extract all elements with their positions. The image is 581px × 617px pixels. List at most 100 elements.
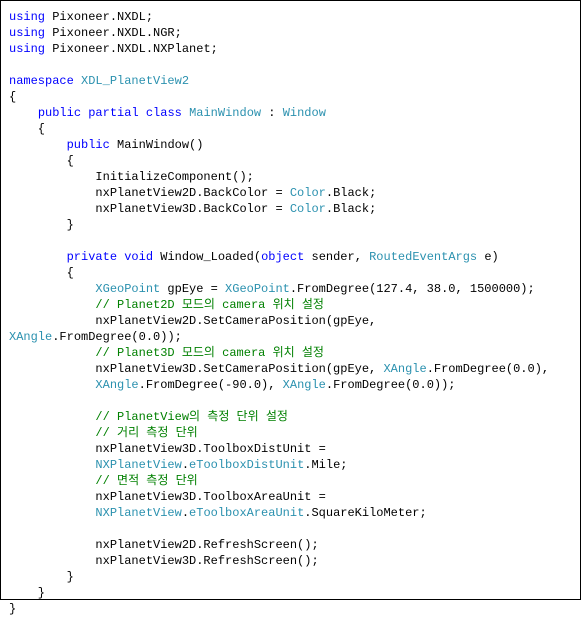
code-token-plain: Pixoneer.NXDL.NXPlanet; [45,42,218,56]
code-token-type: NXPlanetView [95,506,181,520]
code-token-plain: .FromDegree(0.0), [427,362,557,376]
code-line: // Planet3D 모드의 camera 위치 설정 [9,345,572,361]
code-line: // 면적 측정 단위 [9,473,572,489]
code-token-plain: .FromDegree(127.4, 38.0, 1500000); [290,282,535,296]
code-token-plain: nxPlanetView3D.ToolboxAreaUnit = [9,490,333,504]
code-token-plain [9,394,16,408]
code-token-plain: { [9,90,16,104]
code-line: public partial class MainWindow : Window [9,105,572,121]
code-token-plain: { [9,154,74,168]
code-token-plain: .Black; [326,202,376,216]
code-token-plain [139,106,146,120]
code-token-comment: // 거리 측정 단위 [95,426,197,440]
code-line: // 거리 측정 단위 [9,425,572,441]
code-line: NXPlanetView.eToolboxAreaUnit.SquareKilo… [9,505,572,521]
code-line: public MainWindow() [9,137,572,153]
code-line: XAngle.FromDegree(0.0)); [9,329,572,345]
code-token-plain: sender, [304,250,369,264]
code-token-plain [9,234,16,248]
code-token-type: MainWindow [189,106,261,120]
code-token-plain: Pixoneer.NXDL; [45,10,153,24]
code-token-keyword: void [124,250,153,264]
code-line: NXPlanetView.eToolboxDistUnit.Mile; [9,457,572,473]
code-token-plain: .Mile; [304,458,347,472]
code-token-type: eToolboxAreaUnit [189,506,304,520]
code-token-plain [9,250,67,264]
code-token-plain: .FromDegree(-90.0), [139,378,283,392]
code-token-plain [9,426,95,440]
code-token-keyword: partial [88,106,138,120]
code-line: } [9,217,572,233]
code-token-type: NXPlanetView [95,458,181,472]
code-token-keyword: namespace [9,74,74,88]
code-token-plain: { [9,122,45,136]
code-token-keyword: public [38,106,81,120]
code-token-plain: nxPlanetView3D.RefreshScreen(); [9,554,319,568]
code-token-keyword: using [9,26,45,40]
code-line: // PlanetView의 측정 단위 설정 [9,409,572,425]
code-token-comment: // 면적 측정 단위 [95,474,197,488]
code-token-keyword: using [9,10,45,24]
code-token-keyword: private [67,250,117,264]
code-token-plain: nxPlanetView3D.ToolboxDistUnit = [9,442,333,456]
code-line: XGeoPoint gpEye = XGeoPoint.FromDegree(1… [9,281,572,297]
code-token-plain: nxPlanetView2D.SetCameraPosition(gpEye, [9,314,383,328]
code-token-keyword: object [261,250,304,264]
code-line: nxPlanetView2D.SetCameraPosition(gpEye, [9,313,572,329]
code-token-plain [182,106,189,120]
code-token-type: Color [290,202,326,216]
code-token-plain [9,346,95,360]
code-line [9,57,572,73]
code-token-type: XAngle [9,330,52,344]
code-token-type: RoutedEventArgs [369,250,477,264]
code-line: using Pixoneer.NXDL.NGR; [9,25,572,41]
code-token-plain: Window_Loaded( [153,250,261,264]
code-token-type: XAngle [383,362,426,376]
code-line: { [9,121,572,137]
code-token-plain [9,410,95,424]
code-token-plain: e) [477,250,499,264]
code-token-plain: { [9,266,74,280]
code-token-plain: .Black; [326,186,376,200]
code-token-type: Color [290,186,326,200]
code-token-comment: // Planet3D 모드의 camera 위치 설정 [95,346,324,360]
code-line: nxPlanetView2D.RefreshScreen(); [9,537,572,553]
code-token-plain: MainWindow() [110,138,204,152]
code-token-plain: } [9,218,74,232]
code-line: { [9,153,572,169]
code-token-type: XAngle [95,378,138,392]
code-token-plain: gpEye = [160,282,225,296]
code-token-plain [9,474,95,488]
code-token-comment: // Planet2D 모드의 camera 위치 설정 [95,298,324,312]
code-token-plain: } [9,602,16,616]
code-token-type: XGeoPoint [95,282,160,296]
code-line: XAngle.FromDegree(-90.0), XAngle.FromDeg… [9,377,572,393]
code-line: nxPlanetView3D.SetCameraPosition(gpEye, … [9,361,572,377]
code-token-plain [9,106,38,120]
code-token-plain [74,74,81,88]
code-line: nxPlanetView3D.ToolboxAreaUnit = [9,489,572,505]
code-line: using Pixoneer.NXDL.NXPlanet; [9,41,572,57]
code-token-plain: nxPlanetView2D.RefreshScreen(); [9,538,319,552]
code-line: namespace XDL_PlanetView2 [9,73,572,89]
code-line: { [9,265,572,281]
code-line: } [9,569,572,585]
code-line: { [9,89,572,105]
code-token-plain: nxPlanetView2D.BackColor = [9,186,290,200]
code-line: nxPlanetView3D.RefreshScreen(); [9,553,572,569]
code-token-plain: Pixoneer.NXDL.NGR; [45,26,182,40]
code-token-plain: nxPlanetView3D.SetCameraPosition(gpEye, [9,362,383,376]
code-line: private void Window_Loaded(object sender… [9,249,572,265]
code-line: nxPlanetView3D.ToolboxDistUnit = [9,441,572,457]
code-token-plain [9,282,95,296]
code-token-plain: .FromDegree(0.0)); [52,330,182,344]
code-token-plain [9,378,95,392]
code-token-type: XAngle [283,378,326,392]
code-token-plain: . [182,506,189,520]
code-token-plain: .FromDegree(0.0)); [326,378,456,392]
code-token-plain [9,138,67,152]
code-token-plain [9,298,95,312]
code-token-plain [9,506,95,520]
code-token-keyword: public [67,138,110,152]
code-token-plain [9,522,16,536]
